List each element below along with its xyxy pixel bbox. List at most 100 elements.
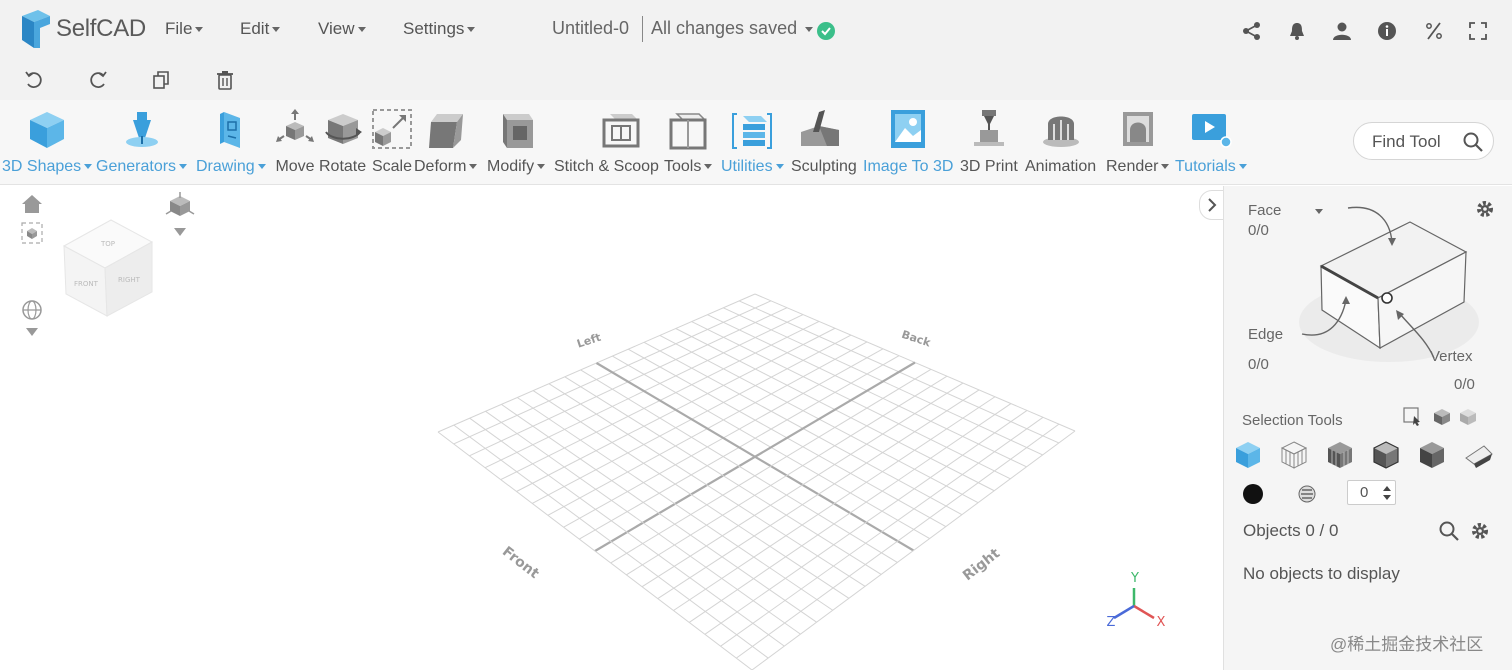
tool-image-to-3d[interactable]: Image To 3D [863,108,953,183]
chevron-down-icon [467,27,476,33]
watermark: @稀土掘金技术社区 [1330,635,1484,654]
cube-icon [30,112,65,148]
deform-icon [428,114,463,148]
animation-icon [1042,116,1079,147]
chevron-down-icon [257,164,266,170]
tool-stitch-scoop[interactable]: Stitch & Scoop [554,108,659,183]
stitch-scoop-icon [602,114,640,148]
plane-select-icon[interactable] [1465,445,1493,468]
fullscreen-icon[interactable] [1467,20,1489,42]
document-title[interactable]: Untitled-0 [552,18,629,39]
save-status[interactable]: All changes saved [651,18,814,39]
chevron-down-icon [272,27,281,33]
search-icon [1463,132,1483,152]
drawing-icon [219,112,240,148]
chevron-down-icon [1161,164,1170,170]
menu-settings[interactable]: Settings [403,19,476,39]
tool-animation[interactable]: Animation [1025,108,1096,183]
menu-file[interactable]: File [165,19,204,39]
chevron-down-icon [775,164,784,170]
redo-icon[interactable] [87,69,109,91]
chevron-down-icon [537,164,546,170]
tool-sculpting[interactable]: Sculpting [791,108,857,183]
chevron-down-icon [357,27,366,33]
grid-cube-select-icon[interactable] [1328,442,1352,468]
check-circle-icon [817,22,835,40]
half-cube-select-icon[interactable] [1420,442,1444,468]
copy-icon[interactable] [150,69,172,91]
texture-swatch-icon[interactable] [1296,483,1318,505]
box-select-icon[interactable] [1460,409,1476,425]
cursor-select-icon[interactable] [1403,407,1420,426]
gear-icon[interactable] [1469,520,1491,542]
grid-line [437,431,753,670]
selection-method-icons [1403,407,1476,426]
view-cube[interactable]: TOP FRONT RIGHT [62,219,154,317]
grid-line [736,423,1060,659]
grid-label-back: Back [900,328,933,350]
tool-tools[interactable]: Tools [664,108,713,183]
title-divider [642,16,643,42]
sculpting-icon [800,110,839,146]
objects-empty-text: No objects to display [1243,564,1400,583]
mesh-cube-select-icon[interactable] [1373,441,1399,469]
tool-utilities[interactable]: Utilities [721,108,784,183]
edge-count: 0/0 [1248,356,1269,373]
utilities-icon [732,113,773,149]
home-icon[interactable] [22,195,42,213]
app-logo[interactable]: SelfCAD [18,10,146,48]
modify-icon [503,114,534,148]
chevron-down-icon [179,164,188,170]
cube-select-icon[interactable] [1434,409,1450,425]
tool-move[interactable]: Move [274,108,316,183]
thickness-stepper[interactable]: 0 [1347,480,1396,505]
search-icon[interactable] [1438,520,1460,542]
grid-label-right: Right [960,545,1003,584]
undo-icon[interactable] [23,69,45,91]
solid-cube-select-icon[interactable] [1236,442,1260,468]
axes-gizmo: Y X Z [1107,571,1166,630]
tool-tutorials[interactable]: Tutorials [1175,108,1247,183]
share-icon[interactable] [1241,20,1263,42]
chevron-down-icon [805,26,814,32]
printer-3d-icon [973,110,1004,146]
info-icon[interactable] [1376,20,1398,42]
chevron-down-icon [195,27,204,33]
chevron-down-icon [84,164,93,170]
view-cube-top-label: TOP [100,240,115,248]
selfcad-logo-icon [22,10,50,48]
color-swatch-black[interactable] [1243,484,1263,504]
find-tool-button[interactable]: Find Tool [1353,122,1494,160]
collapse-panel-button[interactable] [1199,190,1225,220]
view-cube-front-label: FRONT [74,280,99,288]
app-name: SelfCAD [56,15,146,42]
tool-3d-print[interactable]: 3D Print [960,108,1018,183]
tool-deform[interactable]: Deform [414,108,478,183]
vertex-count: 0/0 [1454,376,1475,393]
tool-3d-shapes[interactable]: 3D Shapes [2,108,93,183]
move-icon [276,109,314,142]
bell-icon[interactable] [1286,20,1308,42]
delete-icon[interactable] [214,69,236,91]
user-icon[interactable] [1331,20,1353,42]
percent-icon[interactable] [1423,20,1445,42]
tools-icon [669,113,707,150]
menu-view[interactable]: View [318,19,366,39]
menu-edit[interactable]: Edit [240,19,281,39]
chevron-right-icon [1208,198,1217,212]
view-mode-icon[interactable] [165,192,195,236]
perspective-icon[interactable] [22,300,42,336]
tool-modify[interactable]: Modify [487,108,546,183]
tool-render[interactable]: Render [1106,108,1170,183]
tool-generators[interactable]: Generators [96,108,188,183]
tool-drawing[interactable]: Drawing [196,108,266,183]
3d-viewport[interactable]: TOP FRONT RIGHT Left Back Front Right Y … [0,186,1223,670]
fit-view-icon[interactable] [21,222,43,244]
stepper-arrows-icon[interactable] [1382,484,1392,502]
action-bar [0,60,1512,100]
axis-z-label: Z [1107,615,1116,630]
tool-rotate[interactable]: Rotate [319,108,366,183]
selection-tools-label: Selection Tools [1242,412,1343,429]
wire-cube-select-icon[interactable] [1280,441,1308,469]
tool-scale[interactable]: Scale [371,108,413,183]
